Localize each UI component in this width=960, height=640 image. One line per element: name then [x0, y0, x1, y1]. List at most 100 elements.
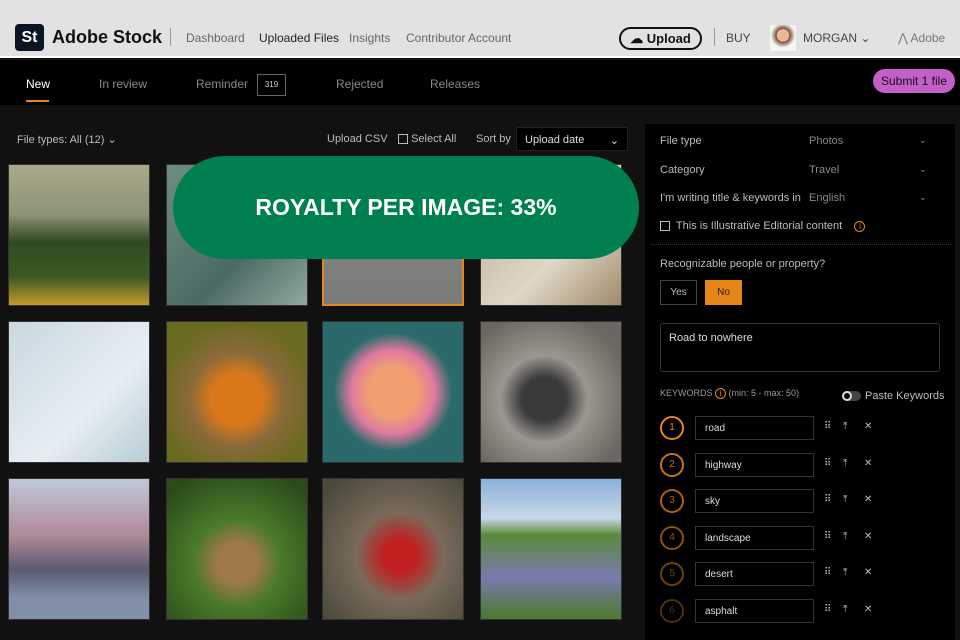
file-types-filter[interactable]: File types: All (12) ⌄ — [17, 133, 117, 146]
keyword-row: 4 landscape ⠿ ⤒ ✕ — [660, 525, 950, 550]
active-tab-indicator — [26, 100, 49, 102]
drag-handle-icon[interactable]: ⠿ — [824, 421, 831, 432]
checkbox[interactable] — [660, 221, 670, 232]
move-to-top-icon[interactable]: ⤒ — [843, 604, 847, 615]
nav-insights[interactable]: Insights — [349, 31, 390, 45]
tab-reminder[interactable]: Reminder — [196, 77, 248, 91]
photo-tile[interactable] — [166, 478, 308, 620]
adobe-logo-icon: ⋀ — [898, 31, 911, 45]
reminder-count-badge: 319 — [257, 74, 286, 96]
drag-handle-icon[interactable]: ⠿ — [824, 458, 831, 469]
tab-rejected[interactable]: Rejected — [336, 77, 383, 91]
nav-dashboard[interactable]: Dashboard — [186, 31, 245, 45]
submit-button[interactable]: Submit 1 file — [873, 69, 955, 93]
keyword-number: 6 — [660, 598, 684, 623]
keyword-row: 6 asphalt ⠿ ⤒ ✕ — [660, 598, 950, 623]
photo-tile[interactable] — [8, 321, 150, 463]
move-to-top-icon[interactable]: ⤒ — [843, 458, 847, 469]
keyword-row: 1 road ⠿ ⤒ ✕ — [660, 416, 950, 440]
checkbox[interactable] — [398, 134, 408, 145]
drag-handle-icon[interactable]: ⠿ — [824, 494, 831, 505]
keyword-number: 4 — [660, 525, 684, 550]
nav-uploaded-files[interactable]: Uploaded Files — [259, 31, 339, 45]
top-bar: St Adobe Stock Dashboard Uploaded Files … — [0, 0, 960, 58]
adobe-stock-logo[interactable]: St — [15, 24, 44, 51]
keyword-input[interactable]: sky — [695, 489, 814, 513]
keyword-number: 3 — [660, 489, 684, 513]
tab-bar: New In review Reminder 319 Rejected Rele… — [0, 60, 960, 105]
remove-icon[interactable]: ✕ — [864, 604, 872, 615]
keyword-row: 3 sky ⠿ ⤒ ✕ — [660, 489, 950, 513]
chevron-down-icon[interactable]: ⌄ — [919, 135, 927, 146]
photo-tile[interactable] — [322, 321, 464, 463]
upload-button[interactable]: ☁ Upload — [619, 27, 702, 50]
remove-icon[interactable]: ✕ — [864, 458, 872, 469]
avatar[interactable] — [770, 25, 796, 51]
keyword-number: 2 — [660, 452, 684, 477]
tab-in-review[interactable]: In review — [99, 77, 147, 91]
photo-tile[interactable] — [480, 321, 622, 463]
remove-icon[interactable]: ✕ — [864, 531, 872, 542]
keyword-number: 1 — [660, 416, 684, 440]
photo-tile[interactable] — [480, 478, 622, 620]
keyword-input[interactable]: highway — [695, 452, 814, 477]
buy-link[interactable]: BUY — [726, 31, 751, 45]
remove-icon[interactable]: ✕ — [864, 421, 872, 432]
yes-button[interactable]: Yes — [660, 280, 697, 305]
upload-cloud-icon: ☁ — [630, 31, 647, 46]
no-button[interactable]: No — [705, 280, 742, 305]
chevron-down-icon[interactable]: ⌄ — [919, 164, 927, 175]
file-type-select[interactable]: Photos — [809, 135, 843, 147]
photo-tile[interactable] — [8, 164, 150, 306]
photo-tile[interactable] — [8, 478, 150, 620]
tab-releases[interactable]: Releases — [430, 77, 480, 91]
move-to-top-icon[interactable]: ⤒ — [843, 567, 847, 578]
sort-by-label: Sort by — [476, 133, 511, 145]
royalty-banner: ROYALTY PER IMAGE: 33% — [173, 156, 639, 259]
keyword-input[interactable]: asphalt — [695, 598, 814, 623]
toggle-switch[interactable] — [842, 391, 861, 402]
user-menu[interactable]: MORGAN ⌄ — [803, 31, 870, 45]
keyword-input[interactable]: landscape — [695, 525, 814, 550]
upload-csv-link[interactable]: Upload CSV — [327, 133, 388, 145]
keyword-input[interactable]: desert — [695, 562, 814, 586]
paste-keywords-toggle[interactable]: Paste Keywords — [842, 390, 944, 402]
category-label: Category — [660, 164, 705, 176]
tab-new[interactable]: New — [26, 77, 50, 91]
nav-contributor-account[interactable]: Contributor Account — [406, 31, 511, 45]
chevron-down-icon: ⌄ — [860, 31, 871, 45]
drag-handle-icon[interactable]: ⠿ — [824, 604, 831, 615]
select-all-checkbox[interactable]: Select All — [398, 133, 456, 145]
editorial-checkbox[interactable]: This is Illustrative Editorial content i — [660, 220, 866, 232]
divider — [714, 28, 715, 46]
drag-handle-icon[interactable]: ⠿ — [824, 567, 831, 578]
photo-tile[interactable] — [322, 478, 464, 620]
info-icon[interactable]: i — [715, 388, 727, 400]
keyword-input[interactable]: road — [695, 416, 814, 440]
metadata-panel: File type Photos ⌄ Category Travel ⌄ I'm… — [645, 124, 955, 640]
keyword-number: 5 — [660, 562, 684, 586]
move-to-top-icon[interactable]: ⤒ — [843, 494, 847, 505]
chevron-down-icon: ⌄ — [107, 134, 117, 146]
file-type-label: File type — [660, 135, 702, 147]
language-select[interactable]: English — [809, 192, 845, 204]
photo-tile[interactable] — [166, 321, 308, 463]
brand-name[interactable]: Adobe Stock — [52, 27, 162, 48]
info-icon[interactable]: i — [854, 220, 866, 232]
language-label: I'm writing title & keywords in — [660, 192, 801, 204]
chevron-down-icon[interactable]: ⌄ — [919, 192, 927, 203]
move-to-top-icon[interactable]: ⤒ — [843, 531, 847, 542]
adobe-link[interactable]: ⋀ Adobe — [898, 31, 945, 45]
divider — [170, 28, 171, 46]
drag-handle-icon[interactable]: ⠿ — [824, 531, 831, 542]
keyword-row: 5 desert ⠿ ⤒ ✕ — [660, 562, 950, 586]
keyword-row: 2 highway ⠿ ⤒ ✕ — [660, 452, 950, 477]
sort-select[interactable]: Upload date ⌄ — [516, 127, 628, 151]
title-input[interactable]: Road to nowhere — [660, 323, 940, 372]
remove-icon[interactable]: ✕ — [864, 567, 872, 578]
category-select[interactable]: Travel — [809, 164, 839, 176]
chevron-down-icon: ⌄ — [609, 135, 619, 147]
keywords-header: KEYWORDS i (min: 5 - max: 50) — [660, 388, 800, 400]
move-to-top-icon[interactable]: ⤒ — [843, 421, 847, 432]
remove-icon[interactable]: ✕ — [864, 494, 872, 505]
